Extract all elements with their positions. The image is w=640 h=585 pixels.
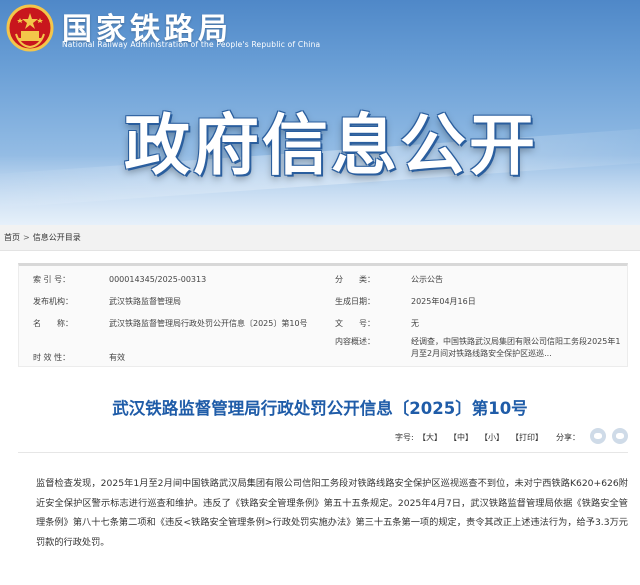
validity-label: 时 效 性： xyxy=(33,353,71,362)
print-button[interactable]: 【打印】 xyxy=(511,432,543,443)
docno-value: 无 xyxy=(411,319,419,328)
document-info-table: 索 引 号： 000014345/2025-00313 分 类： 公示公告 发布… xyxy=(18,263,628,367)
name-label: 名 称： xyxy=(33,319,73,328)
date-label: 生成日期： xyxy=(335,297,375,306)
date-value: 2025年04月16日 xyxy=(411,297,476,306)
validity-value: 有效 xyxy=(109,353,125,362)
national-emblem-icon[interactable] xyxy=(6,4,54,52)
docno-label: 文 号： xyxy=(335,319,375,328)
article-body: 监督检查发现，2025年1月至2月间中国铁路武汉局集团有限公司信阳工务段对铁路线… xyxy=(36,478,628,548)
font-size-medium-button[interactable]: 【中】 xyxy=(449,432,473,443)
banner-title: 政府信息公开 xyxy=(124,107,538,184)
font-size-label: 字号: xyxy=(395,433,414,442)
issuer-label: 发布机构： xyxy=(33,297,73,306)
site-subtitle: National Railway Administration of the P… xyxy=(62,40,321,49)
category-label: 分 类： xyxy=(335,275,375,284)
summary-value: 经调查，中国铁路武汉局集团有限公司信阳工务段2025年1月至2月间对铁路线路安全… xyxy=(411,337,621,358)
index-value: 000014345/2025-00313 xyxy=(109,275,207,284)
font-size-large-button[interactable]: 【大】 xyxy=(418,432,442,443)
wechat-share-icon[interactable] xyxy=(590,428,606,444)
divider xyxy=(18,452,628,453)
font-size-small-button[interactable]: 【小】 xyxy=(480,432,504,443)
issuer-value: 武汉铁路监督管理局 xyxy=(109,297,181,306)
category-value: 公示公告 xyxy=(411,275,443,284)
summary-label: 内容概述： xyxy=(335,337,375,346)
index-label: 索 引 号： xyxy=(33,275,71,284)
breadcrumb-home[interactable]: 首页 xyxy=(4,233,20,242)
name-value: 武汉铁路监督管理局行政处罚公开信息〔2025〕第10号 xyxy=(109,319,308,328)
weibo-share-icon[interactable] xyxy=(612,428,628,444)
breadcrumb-separator: > xyxy=(23,233,30,242)
breadcrumb-catalog[interactable]: 信息公开目录 xyxy=(33,233,81,242)
article-title: 武汉铁路监督管理局行政处罚公开信息〔2025〕第10号 xyxy=(112,399,528,418)
header-banner: 国家铁路局 National Railway Administration of… xyxy=(0,0,640,225)
share-label: 分享： xyxy=(556,433,580,442)
breadcrumb: 首页 > 信息公开目录 xyxy=(0,225,640,251)
